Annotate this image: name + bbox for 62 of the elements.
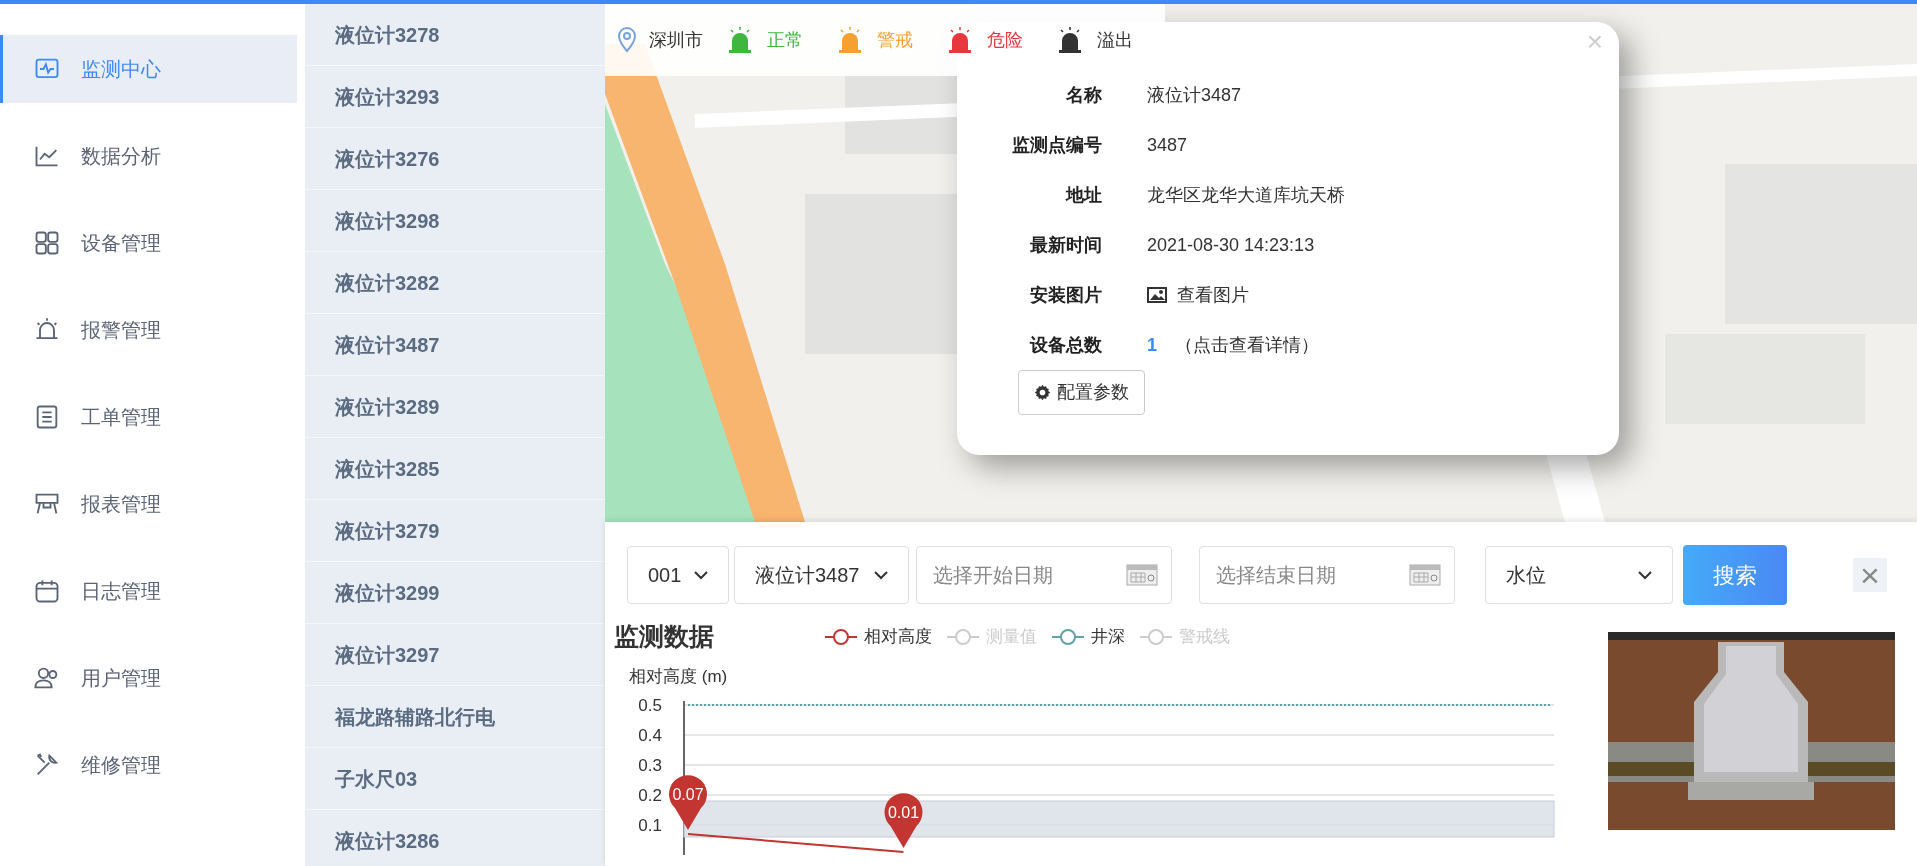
caret-icon bbox=[1638, 570, 1652, 580]
nav-item[interactable]: 设备管理 bbox=[0, 209, 305, 277]
legend-line-icon bbox=[824, 627, 858, 646]
calendar-icon bbox=[1126, 564, 1158, 586]
caret-icon bbox=[874, 570, 888, 580]
marker-label: 0.07 bbox=[672, 786, 704, 803]
dropdown[interactable]: 水位 bbox=[1485, 546, 1673, 604]
tick-label: 0.5 bbox=[638, 696, 662, 715]
legend-line-icon bbox=[1051, 627, 1085, 646]
status-label: 危险 bbox=[987, 28, 1023, 52]
legend-line-icon bbox=[1139, 627, 1173, 646]
nav-item[interactable]: 工单管理 bbox=[0, 383, 305, 451]
dropdown[interactable]: 001 bbox=[627, 546, 729, 604]
details-link[interactable]: （点击查看详情） bbox=[1175, 331, 1319, 359]
zoom-slider[interactable] bbox=[683, 800, 1555, 838]
field-value: 3487 bbox=[1147, 133, 1188, 157]
nav-item[interactable]: 日志管理 bbox=[0, 557, 305, 625]
nav-item[interactable]: 数据分析 bbox=[0, 122, 305, 190]
nav-item[interactable]: 维修管理 bbox=[0, 731, 305, 799]
legend-line-icon bbox=[946, 627, 980, 646]
field-value: 2021-08-30 14:23:13 bbox=[1147, 233, 1315, 257]
image-icon bbox=[1147, 287, 1167, 303]
view-picture-link[interactable]: 查看图片 bbox=[1177, 281, 1249, 309]
nav-item[interactable]: 报表管理 bbox=[0, 470, 305, 538]
field-value: 龙华区龙华大道库坑天桥 bbox=[1147, 183, 1345, 207]
field-label: 设备总数 bbox=[1028, 333, 1102, 357]
nav-item[interactable]: 用户管理 bbox=[0, 644, 305, 712]
field-label: 地址 bbox=[1064, 183, 1102, 207]
field-value: 液位计3487 bbox=[1147, 83, 1242, 107]
legend-item[interactable]: 井深 bbox=[1051, 624, 1125, 650]
status-label: 正常 bbox=[767, 28, 803, 52]
tick-label: 0.4 bbox=[638, 726, 662, 745]
search-button[interactable]: 搜索 bbox=[1683, 545, 1787, 605]
date-field[interactable]: 选择结束日期 bbox=[1199, 546, 1455, 604]
value-marker bbox=[884, 793, 923, 848]
grid-icon bbox=[33, 229, 61, 257]
calendar-icon bbox=[1409, 564, 1441, 586]
date-field[interactable]: 选择开始日期 bbox=[916, 546, 1172, 604]
tick-label: 0.2 bbox=[638, 786, 662, 805]
marker-label: 0.01 bbox=[887, 804, 920, 821]
value-marker bbox=[669, 775, 707, 830]
gear-icon bbox=[1034, 384, 1051, 401]
section-title: 监测数据 bbox=[614, 621, 714, 652]
field-label: 名称 bbox=[1065, 83, 1102, 107]
axis-title: 相对高度 (m) bbox=[629, 665, 729, 688]
city-label: 深圳市 bbox=[649, 28, 703, 52]
close-button[interactable]: × bbox=[1853, 558, 1887, 592]
field-label: 安装图片 bbox=[1029, 283, 1102, 307]
dropdown[interactable]: 液位计3487 bbox=[734, 546, 909, 604]
tick-label: 0.3 bbox=[638, 756, 662, 775]
legend-item[interactable]: 相对高度 bbox=[824, 624, 932, 650]
status-label: 溢出 bbox=[1097, 28, 1133, 52]
nav-item[interactable]: 报警管理 bbox=[0, 296, 305, 364]
field-label: 最新时间 bbox=[1029, 233, 1102, 257]
field-label: 监测点编号 bbox=[1011, 133, 1102, 157]
device-count[interactable]: 1 bbox=[1147, 331, 1157, 359]
location-pin-icon bbox=[617, 27, 637, 53]
nav-item[interactable]: 监测中心 bbox=[0, 35, 297, 103]
config-button[interactable]: 配置参数 bbox=[1018, 370, 1145, 415]
caret-icon bbox=[694, 570, 708, 580]
status-label: 警戒 bbox=[877, 28, 913, 52]
tick-label: 0.1 bbox=[638, 816, 662, 835]
